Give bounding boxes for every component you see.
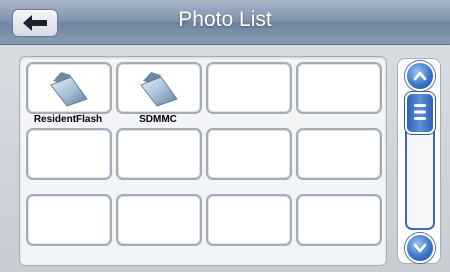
photo-list-screen: Photo List ResidentFlash SDMMC	[0, 0, 450, 272]
folder-tile-sdmmc[interactable]	[116, 62, 202, 114]
empty-tile[interactable]	[206, 194, 292, 246]
folder-tile-residentflash[interactable]	[26, 62, 112, 114]
empty-tile[interactable]	[26, 194, 112, 246]
scroll-down-button[interactable]	[405, 233, 435, 263]
empty-tile[interactable]	[206, 62, 292, 114]
chevron-down-icon	[413, 243, 427, 253]
folder-icon	[140, 72, 178, 107]
scroll-up-button[interactable]	[405, 61, 435, 91]
chevron-up-icon	[413, 71, 427, 81]
grip-lines-icon	[414, 104, 426, 120]
empty-tile[interactable]	[296, 128, 382, 180]
empty-tile[interactable]	[116, 194, 202, 246]
folder-label-residentflash: ResidentFlash	[33, 114, 103, 125]
empty-tile[interactable]	[296, 62, 382, 114]
page-title: Photo List	[178, 8, 272, 31]
empty-tile[interactable]	[296, 194, 382, 246]
scroll-thumb[interactable]	[405, 92, 435, 134]
empty-tile[interactable]	[26, 128, 112, 180]
title-bar: Photo List	[0, 0, 450, 45]
folder-icon	[50, 72, 88, 107]
empty-tile[interactable]	[116, 128, 202, 180]
folder-label-sdmmc: SDMMC	[139, 114, 177, 125]
empty-tile[interactable]	[206, 128, 292, 180]
